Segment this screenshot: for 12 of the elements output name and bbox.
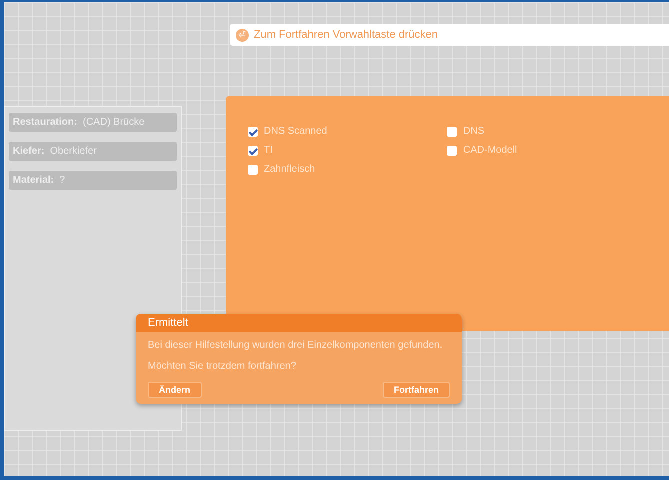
dialog-title: Ermittelt	[136, 314, 462, 332]
option-checkbox[interactable]: DNS	[447, 126, 518, 137]
prompt-text: Zum Fortfahren Vorwahltaste drücken	[254, 29, 438, 41]
option-checkbox[interactable]: CAD-Modell	[447, 145, 518, 156]
dialog-button[interactable]: Ändern	[148, 382, 202, 398]
dialog-message: Bei dieser Hilfestellung wurden drei Einzelkomponenten gefunden.	[148, 340, 444, 351]
option-checkbox[interactable]: DNS Scanned	[248, 126, 328, 137]
prompt-icon-text: ⏎	[236, 28, 249, 42]
option-checkbox[interactable]: TI	[248, 145, 328, 156]
option-checkbox[interactable]: Zahnfleisch	[248, 164, 328, 175]
dialog-question: Möchten Sie trotzdem fortfahren?	[148, 361, 298, 372]
dialog-button[interactable]: Fortfahren	[383, 382, 450, 398]
